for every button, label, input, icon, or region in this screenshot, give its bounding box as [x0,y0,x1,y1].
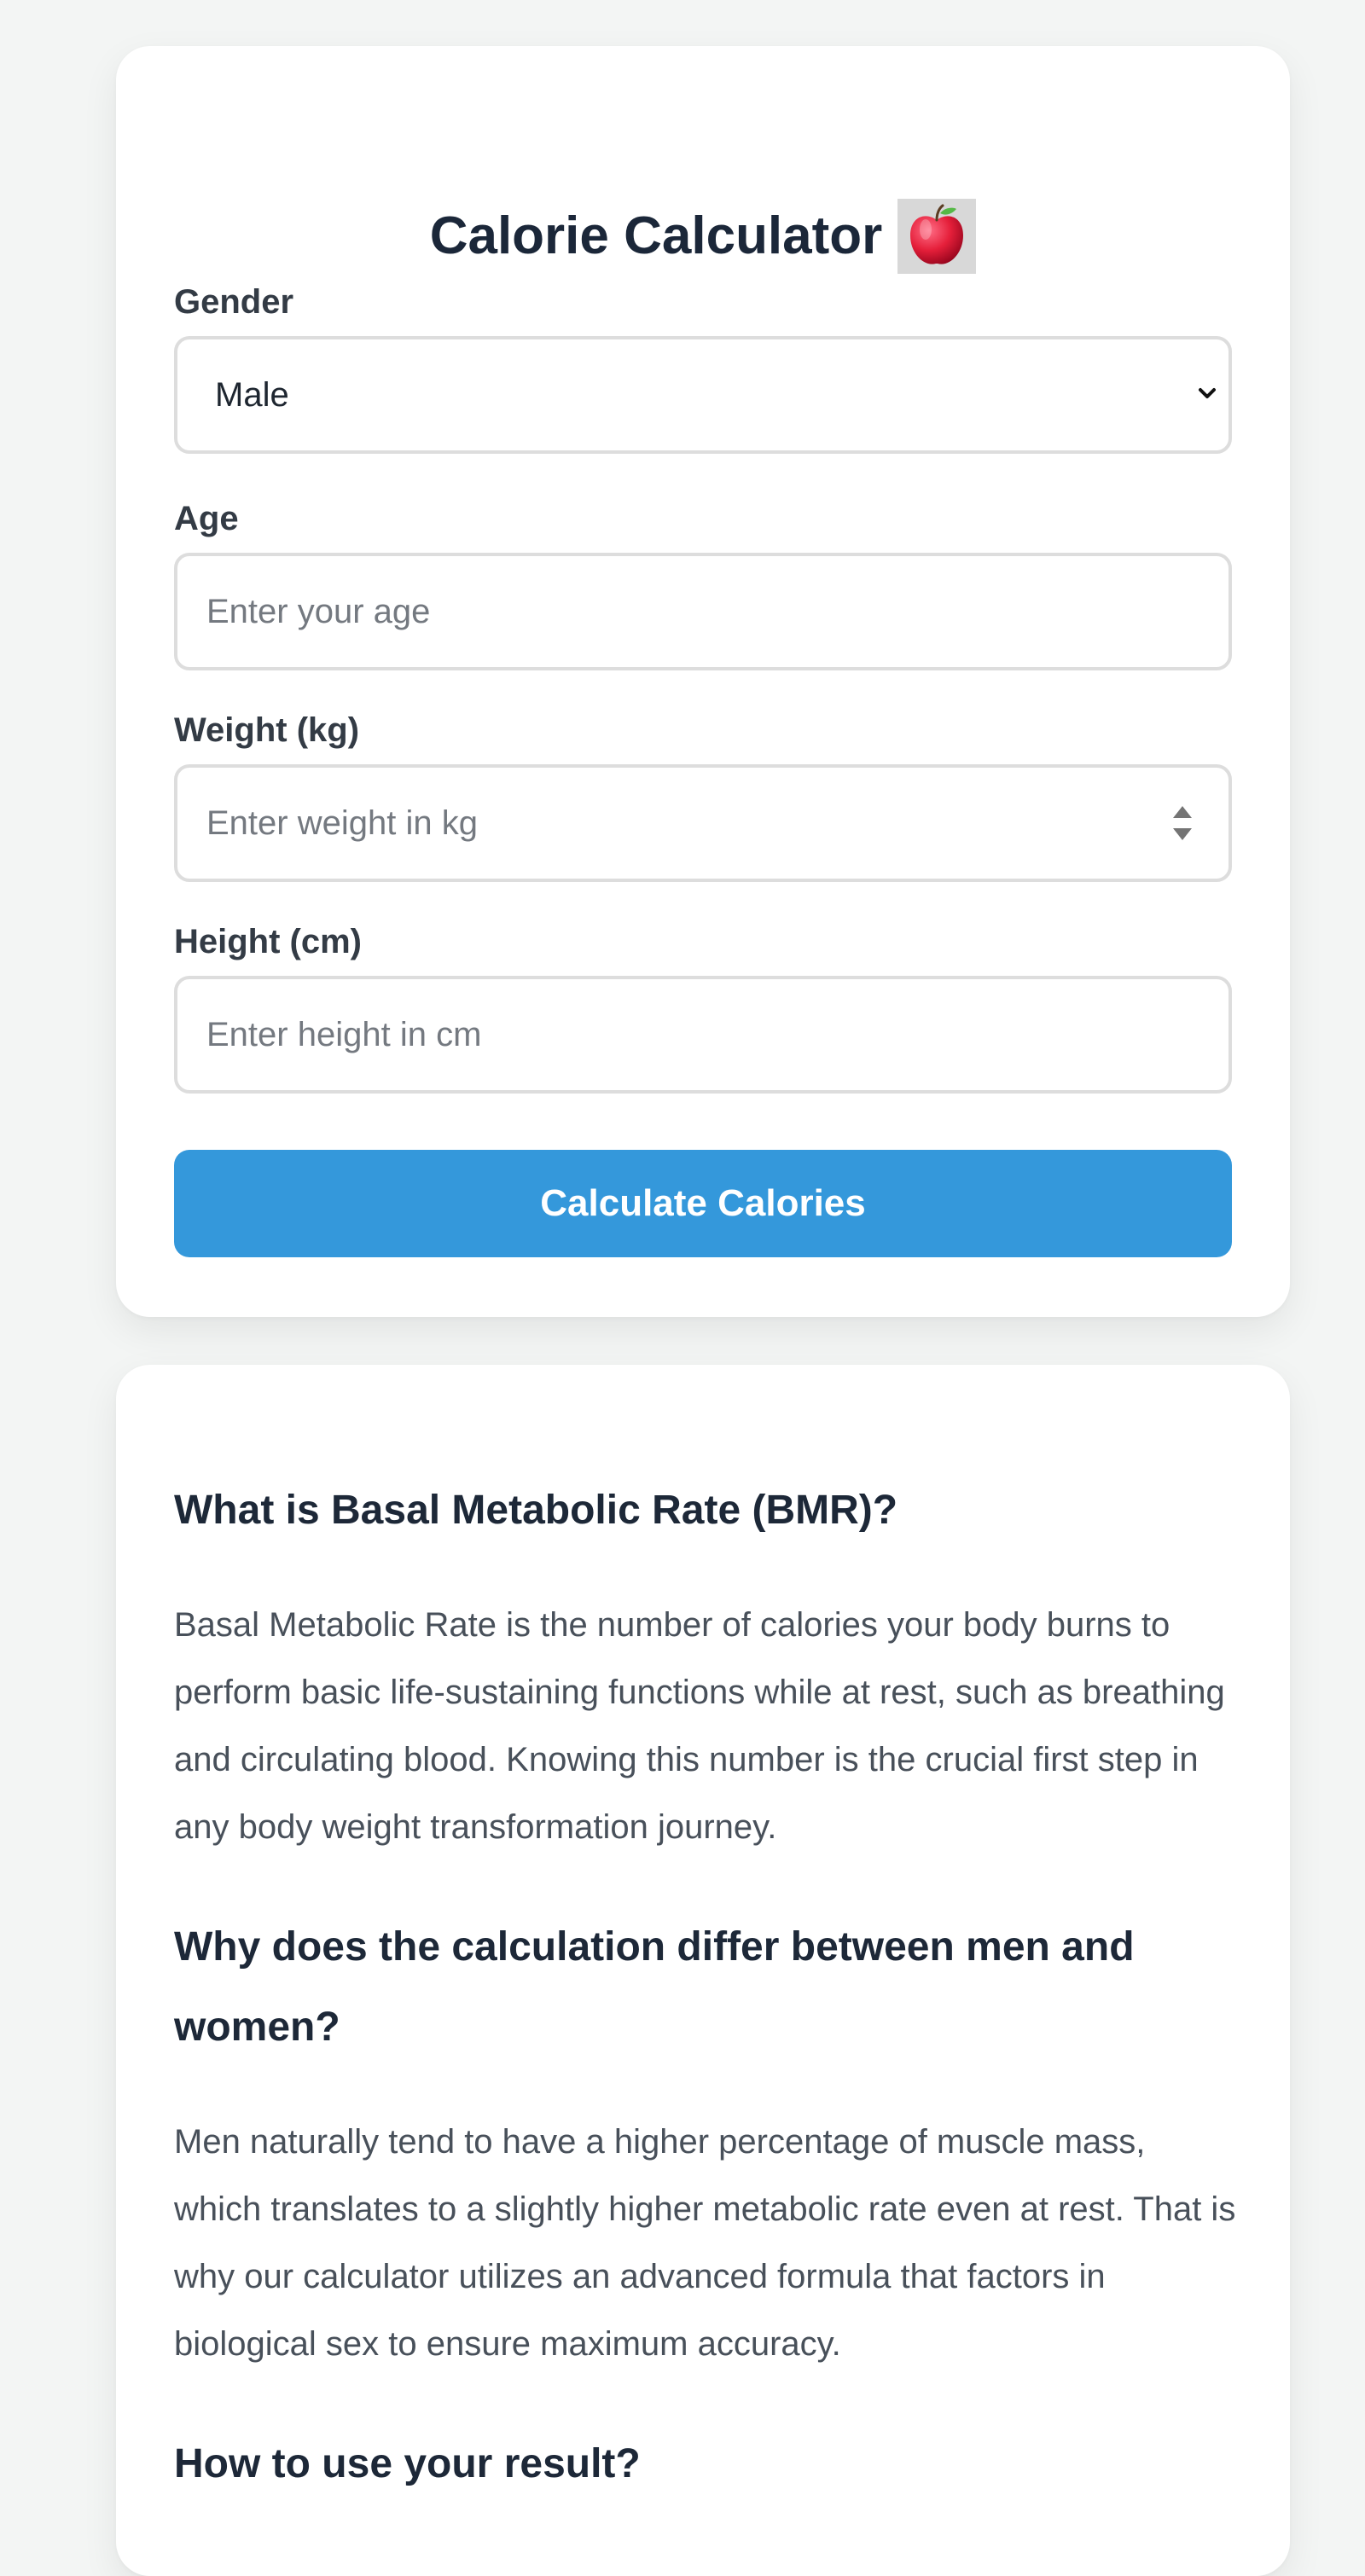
age-input[interactable]: Enter your age [174,553,1232,670]
bmr-paragraph: Basal Metabolic Rate is the number of ca… [174,1606,1225,1846]
height-input-placeholder: Enter height in cm [206,1015,482,1053]
weight-label: Weight (kg) [174,711,360,749]
bmr-heading: What is Basal Metabolic Rate (BMR)? [174,1488,898,1533]
age-input-placeholder: Enter your age [206,592,431,630]
how-to-use-heading: How to use your result? [174,2441,641,2486]
height-input[interactable]: Enter height in cm [174,976,1232,1094]
bmr-info-card: What is Basal Metabolic Rate (BMR)? Basa… [116,1365,1290,2576]
title-row: Calorie Calculator [116,196,1290,276]
age-label: Age [174,500,239,537]
chevron-down-icon [1199,388,1216,398]
apple-icon-glyph [910,204,964,264]
height-label: Height (cm) [174,923,362,960]
number-spinner-icon[interactable] [1170,797,1194,850]
calculate-calories-button[interactable]: Calculate Calories [174,1150,1232,1257]
gender-select[interactable]: Male [174,336,1232,454]
page-title: Calorie Calculator [429,206,883,265]
red-apple-icon [897,199,977,274]
weight-input-placeholder: Enter weight in kg [206,804,478,842]
gender-select-value: Male [215,375,289,414]
gender-difference-paragraph: Men naturally tend to have a higher perc… [174,2123,1236,2363]
weight-input[interactable]: Enter weight in kg [174,764,1232,882]
gender-label: Gender [174,283,294,321]
gender-difference-heading: Why does the calculation differ between … [174,1924,1135,2050]
calculator-card: Calorie Calculator Gender Male Age Enter… [116,46,1290,1317]
